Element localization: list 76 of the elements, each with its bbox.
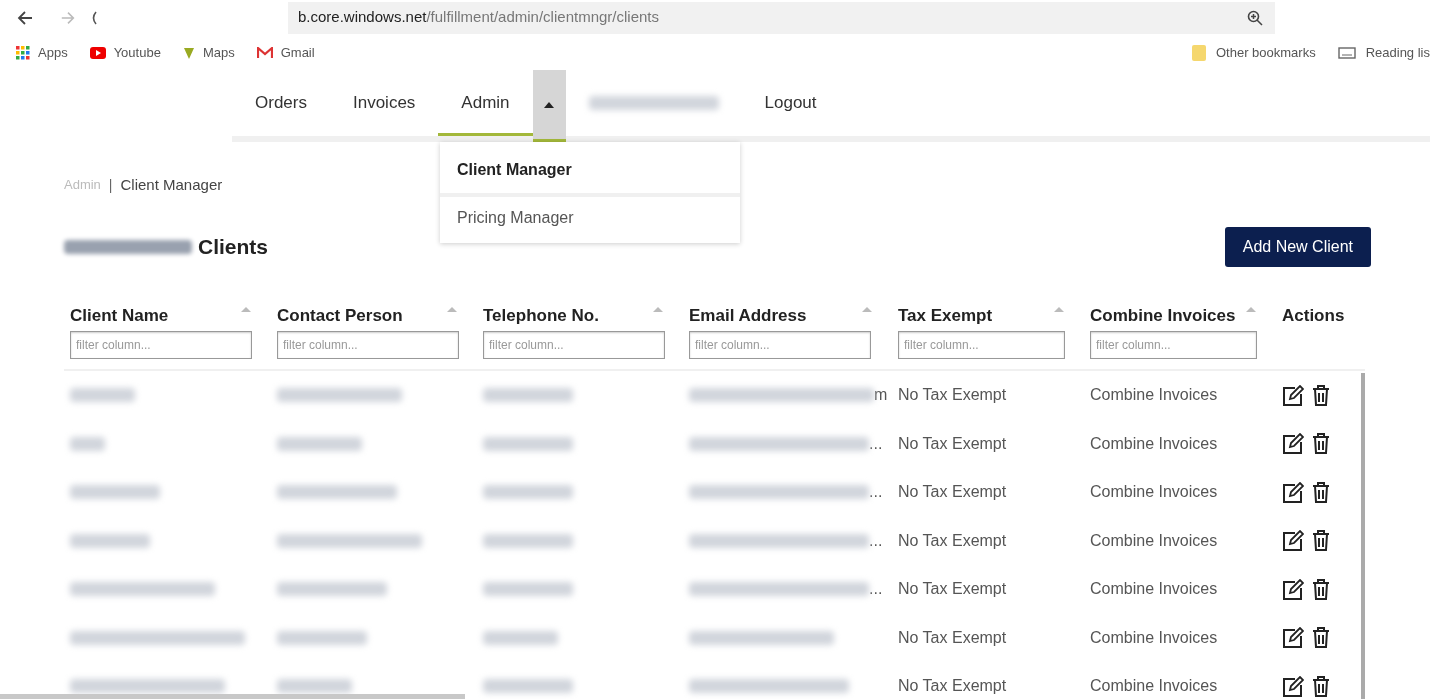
filter-field[interactable]: filter column... [898, 331, 1065, 359]
bookmark[interactable]: Reading lis [1337, 42, 1430, 63]
bookmark[interactable]: Youtube [89, 42, 161, 63]
folder-icon [1191, 44, 1206, 61]
edit-icon[interactable] [1282, 384, 1304, 406]
column-header: Telephone No. [483, 305, 599, 328]
nav-link[interactable]: Orders [232, 70, 330, 136]
nav-link[interactable]: Logout [741, 70, 840, 136]
menu-item[interactable]: Pricing Manager [440, 197, 740, 243]
filter-field[interactable]: filter column... [689, 331, 871, 359]
redacted-text [70, 388, 135, 403]
table-cell-text: No Tax Exempt [898, 482, 1007, 503]
page-title: Clients [198, 234, 268, 261]
table-cell-text: Combine Invoices [1090, 627, 1218, 648]
url-text: b.core.windows.net/fulfillment/admin/clientmngr/clients [298, 7, 660, 28]
scrollbar[interactable] [1361, 373, 1365, 699]
truncated-text: ... [869, 433, 883, 454]
edit-icon[interactable] [1282, 627, 1304, 649]
table-cell-text: Combine Invoices [1090, 385, 1218, 406]
table-cell-text: No Tax Exempt [898, 433, 1007, 454]
column-header: Actions [1282, 305, 1345, 328]
filter-field[interactable]: filter column... [70, 331, 252, 359]
table-cell-text: Combine Invoices [1090, 530, 1218, 551]
list-icon [1337, 46, 1356, 59]
bookmark[interactable]: Other bookmarks [1191, 42, 1316, 63]
table-cell-text: Combine Invoices [1090, 482, 1218, 503]
menu-item[interactable]: Client Manager [440, 142, 740, 197]
edit-icon[interactable] [1282, 578, 1304, 600]
trash-icon[interactable] [1312, 481, 1330, 503]
truncated-text: m [874, 385, 888, 406]
column-header: Email Address [689, 305, 807, 328]
apps-grid-icon [16, 45, 30, 60]
column-header: Client Name [70, 305, 169, 328]
table-cell-text: No Tax Exempt [898, 676, 1007, 697]
table-cell-text: Combine Invoices [1090, 676, 1218, 697]
address-bar[interactable]: b.core.windows.net/fulfillment/admin/clientmngr/clients [288, 1, 1275, 34]
dropdown-toggle[interactable] [532, 70, 566, 142]
table-cell-text: Combine Invoices [1090, 579, 1218, 600]
edit-icon[interactable] [1282, 530, 1304, 552]
caret-icon [544, 101, 555, 108]
trash-icon[interactable] [1312, 433, 1330, 455]
edit-icon[interactable] [1282, 433, 1304, 455]
edit-icon[interactable] [1282, 481, 1304, 503]
table-cell-text: No Tax Exempt [898, 530, 1007, 551]
trash-icon[interactable] [1312, 530, 1330, 552]
column-header: Tax Exempt [898, 305, 993, 328]
filter-field[interactable]: filter column... [277, 331, 459, 359]
table-cell-text: No Tax Exempt [898, 627, 1007, 648]
bookmark[interactable]: Maps [182, 42, 235, 63]
breadcrumb-link[interactable]: Client Manager [120, 173, 223, 197]
trash-icon[interactable] [1312, 578, 1330, 600]
redacted-text [70, 436, 105, 451]
trash-icon[interactable] [1312, 384, 1330, 406]
bookmark[interactable]: Gmail [256, 42, 315, 63]
table-cell-text: Combine Invoices [1090, 433, 1218, 454]
truncated-text: ... [869, 530, 883, 551]
back-icon[interactable] [16, 8, 34, 27]
play-icon [89, 46, 106, 59]
filter-field[interactable]: filter column... [483, 331, 665, 359]
zoom-icon[interactable] [1247, 9, 1263, 26]
truncated-text: ... [869, 482, 883, 503]
column-header: Combine Invoices [1090, 305, 1236, 328]
mail-icon [256, 46, 273, 59]
truncated-text: ... [869, 579, 883, 600]
breadcrumb-separator: | [108, 175, 113, 195]
bookmark[interactable]: Apps [16, 42, 68, 63]
table-cell-text: No Tax Exempt [898, 579, 1007, 600]
trash-icon[interactable] [1312, 627, 1330, 649]
add-client-button[interactable]: Add New Client [1224, 227, 1371, 267]
filter-field[interactable]: filter column... [1090, 331, 1257, 359]
nav-link[interactable]: Invoices [329, 70, 439, 136]
table-cell-text: No Tax Exempt [898, 385, 1007, 406]
column-header: Contact Person [277, 305, 403, 328]
trash-icon[interactable] [1312, 675, 1330, 697]
scrollbar[interactable] [0, 694, 465, 699]
edit-icon[interactable] [1282, 675, 1304, 697]
